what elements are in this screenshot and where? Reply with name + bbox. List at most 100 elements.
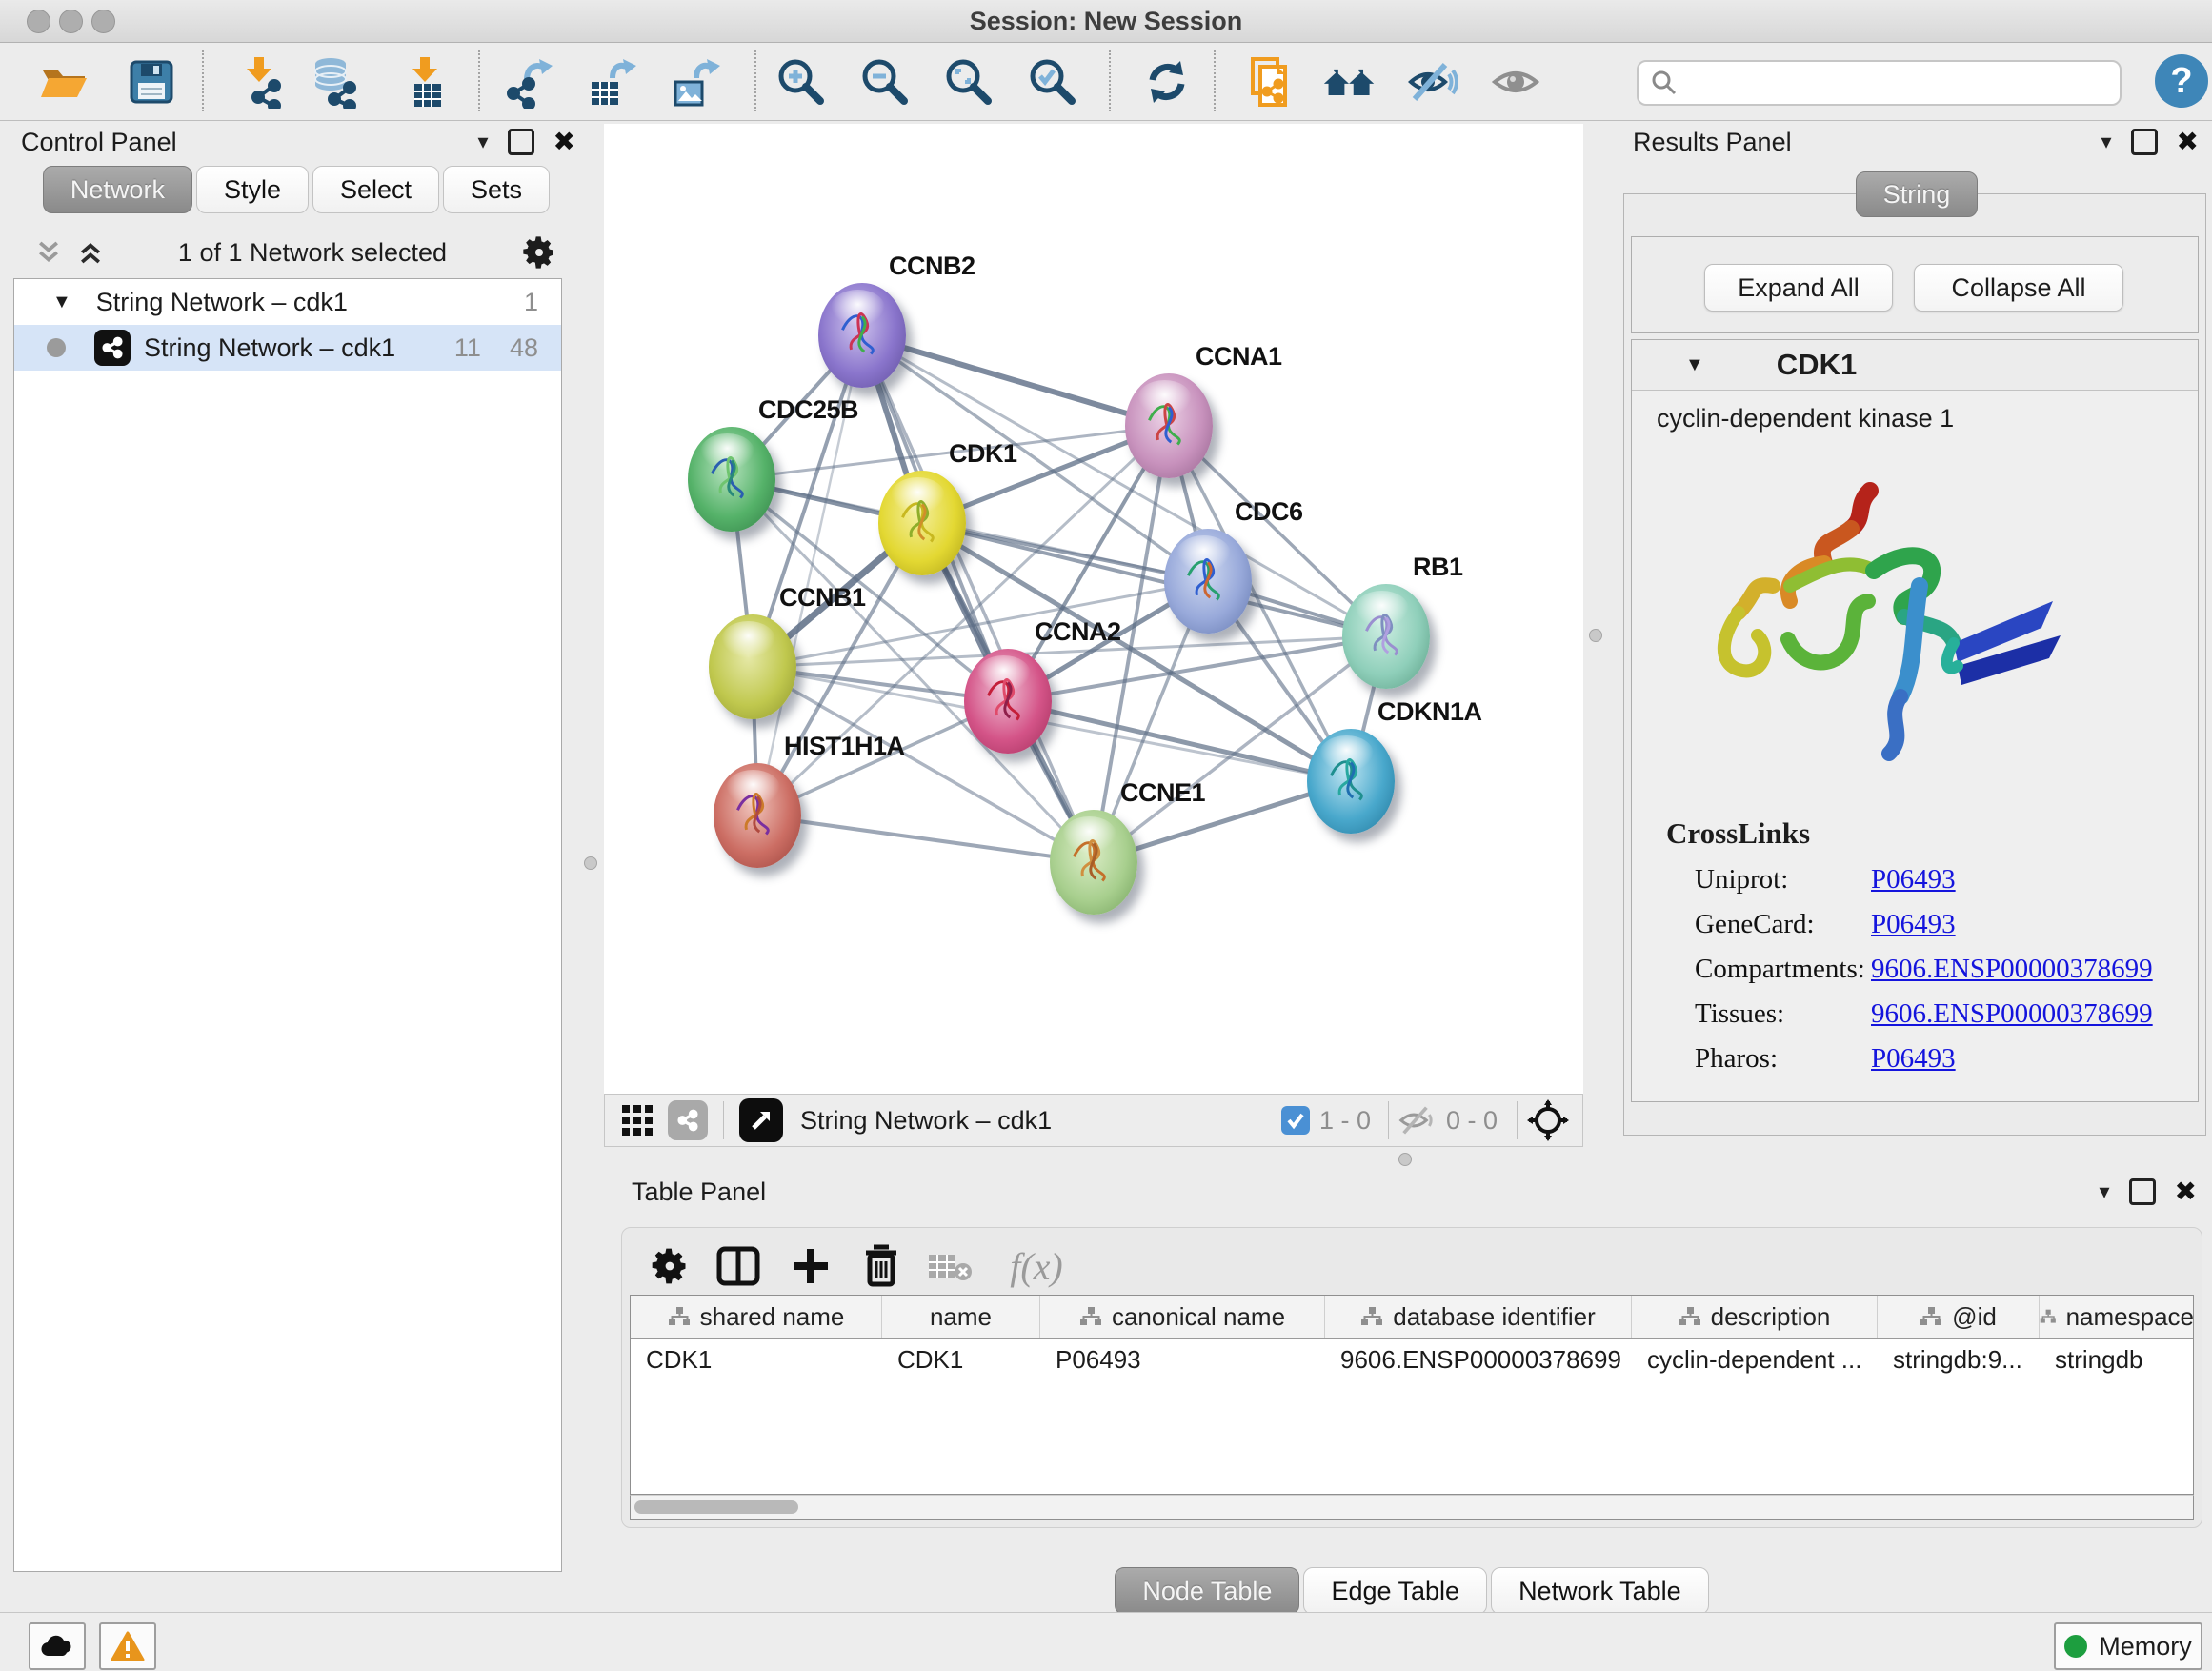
zoom-in-icon[interactable] [774, 54, 829, 110]
column-header-sharedname[interactable]: shared name [631, 1296, 882, 1338]
search-field[interactable] [1686, 65, 2120, 101]
table-cell[interactable]: stringdb [2040, 1339, 2194, 1380]
maximize-panel-icon[interactable] [2131, 129, 2158, 155]
crosshair-icon[interactable] [1527, 1099, 1569, 1141]
float-panel-icon[interactable]: ▾ [477, 131, 488, 152]
close-panel-icon[interactable]: ✖ [2177, 129, 2199, 155]
table-cell[interactable]: CDK1 [631, 1339, 882, 1380]
network-row[interactable]: String Network – cdk1 11 48 [14, 325, 561, 371]
network-collection-row[interactable]: ▼ String Network – cdk1 1 [14, 279, 561, 325]
float-panel-icon[interactable]: ▾ [2099, 1181, 2109, 1202]
show-eye-icon[interactable] [1488, 54, 1543, 110]
zoom-out-icon[interactable] [857, 54, 913, 110]
gear-icon[interactable] [645, 1241, 694, 1291]
export-image-icon[interactable] [667, 54, 722, 110]
import-network-database-icon[interactable] [307, 54, 362, 110]
expand-all-icon[interactable] [76, 238, 105, 267]
node-CCNB1[interactable] [709, 614, 796, 719]
tab-edge-table[interactable]: Edge Table [1303, 1567, 1487, 1615]
close-panel-icon[interactable]: ✖ [2175, 1178, 2197, 1205]
node-CCNA2[interactable] [964, 649, 1052, 754]
edge-CCNB2-CCNE1[interactable] [862, 335, 1094, 862]
edge-HIST1H1A-CCNE1[interactable] [757, 815, 1094, 862]
node-table[interactable]: shared namenamecanonical namedatabase id… [630, 1295, 2194, 1495]
export-table-icon[interactable] [583, 54, 638, 110]
save-session-icon[interactable] [124, 54, 179, 110]
tab-network-table[interactable]: Network Table [1491, 1567, 1709, 1615]
home-icon[interactable] [1322, 54, 1377, 110]
collapse-all-button[interactable]: Collapse All [1914, 264, 2123, 312]
hide-eye-icon[interactable] [1404, 54, 1459, 110]
add-column-icon[interactable] [786, 1241, 835, 1291]
crosslink-link[interactable]: 9606.ENSP00000378699 [1871, 954, 2153, 985]
cloud-button[interactable] [29, 1622, 86, 1670]
delete-column-icon[interactable] [856, 1241, 906, 1291]
tab-sets[interactable]: Sets [443, 166, 550, 213]
function-builder-icon[interactable]: f(x) [994, 1241, 1079, 1291]
tab-network[interactable]: Network [43, 166, 192, 213]
edge-CCNA2-CDKN1A[interactable] [1008, 701, 1351, 781]
node-CDK1[interactable] [878, 471, 966, 575]
collapse-all-icon[interactable] [34, 238, 63, 267]
node-CDKN1A[interactable] [1307, 729, 1395, 834]
float-panel-icon[interactable]: ▾ [2101, 131, 2111, 152]
columns-icon[interactable] [714, 1241, 763, 1291]
splitter-grip[interactable] [584, 856, 597, 870]
import-table-icon[interactable] [398, 54, 453, 110]
memory-button[interactable]: Memory [2054, 1622, 2202, 1670]
node-CCNB2[interactable] [818, 283, 906, 388]
gear-icon[interactable] [520, 233, 558, 272]
crosslink-link[interactable]: 9606.ENSP00000378699 [1871, 998, 2153, 1030]
help-button[interactable]: ? [2155, 54, 2208, 108]
selected-checkbox-icon[interactable] [1281, 1106, 1310, 1135]
grid-view-icon[interactable] [620, 1103, 654, 1137]
node-RB1[interactable] [1342, 584, 1430, 689]
crosslink-link[interactable]: P06493 [1871, 1043, 1956, 1075]
column-header-canonicalname[interactable]: canonical name [1040, 1296, 1325, 1338]
node-CDC25B[interactable] [688, 427, 775, 532]
crosslink-link[interactable]: P06493 [1871, 909, 1956, 940]
detach-view-icon[interactable] [739, 1098, 783, 1142]
string-view-icon[interactable] [668, 1100, 708, 1140]
tab-select[interactable]: Select [312, 166, 439, 213]
crosslink-link[interactable]: P06493 [1871, 864, 1956, 896]
node-CCNA1[interactable] [1125, 373, 1213, 478]
gene-card-header[interactable]: ▼ CDK1 [1632, 340, 2198, 391]
table-cell[interactable]: P06493 [1040, 1339, 1325, 1380]
table-cell[interactable]: cyclin-dependent ... [1632, 1339, 1878, 1380]
manage-networks-icon[interactable] [1242, 54, 1297, 110]
tab-string[interactable]: String [1856, 171, 1978, 217]
splitter-grip[interactable] [1398, 1153, 1412, 1166]
column-header-namespace[interactable]: namespace [2040, 1296, 2194, 1338]
column-header-id[interactable]: @id [1878, 1296, 2040, 1338]
table-cell[interactable]: 9606.ENSP00000378699 [1325, 1339, 1632, 1380]
collapse-triangle-icon[interactable]: ▼ [52, 292, 71, 313]
maximize-panel-icon[interactable] [2129, 1178, 2156, 1205]
close-panel-icon[interactable]: ✖ [553, 129, 575, 155]
table-cell[interactable]: CDK1 [882, 1339, 1040, 1380]
maximize-panel-icon[interactable] [508, 129, 534, 155]
zoom-selected-icon[interactable] [1025, 54, 1080, 110]
tab-style[interactable]: Style [196, 166, 309, 213]
table-horizontal-scrollbar[interactable] [630, 1495, 2194, 1520]
collapse-triangle-icon[interactable]: ▼ [1685, 354, 1704, 376]
column-header-databaseidentifier[interactable]: database identifier [1325, 1296, 1632, 1338]
search-input[interactable] [1637, 60, 2122, 106]
export-network-icon[interactable] [501, 54, 556, 110]
expand-all-button[interactable]: Expand All [1704, 264, 1893, 312]
scrollbar-thumb[interactable] [634, 1500, 798, 1514]
node-HIST1H1A[interactable] [714, 763, 801, 868]
splitter-grip[interactable] [1589, 629, 1602, 642]
network-canvas[interactable]: CCNB2CCNA1CDC25BCDK1CDC6RB1CCNB1CCNA2CDK… [604, 124, 1583, 1094]
edge-CDK1-RB1[interactable] [922, 523, 1386, 636]
column-header-description[interactable]: description [1632, 1296, 1878, 1338]
node-CCNE1[interactable] [1050, 810, 1137, 915]
warning-button[interactable] [99, 1622, 156, 1670]
zoom-fit-icon[interactable] [941, 54, 996, 110]
node-CDC6[interactable] [1164, 529, 1252, 634]
table-cell[interactable]: stringdb:9... [1878, 1339, 2040, 1380]
delete-table-icon[interactable] [925, 1241, 975, 1291]
import-network-icon[interactable] [232, 54, 288, 110]
column-header-name[interactable]: name [882, 1296, 1040, 1338]
tab-node-table[interactable]: Node Table [1115, 1567, 1299, 1615]
